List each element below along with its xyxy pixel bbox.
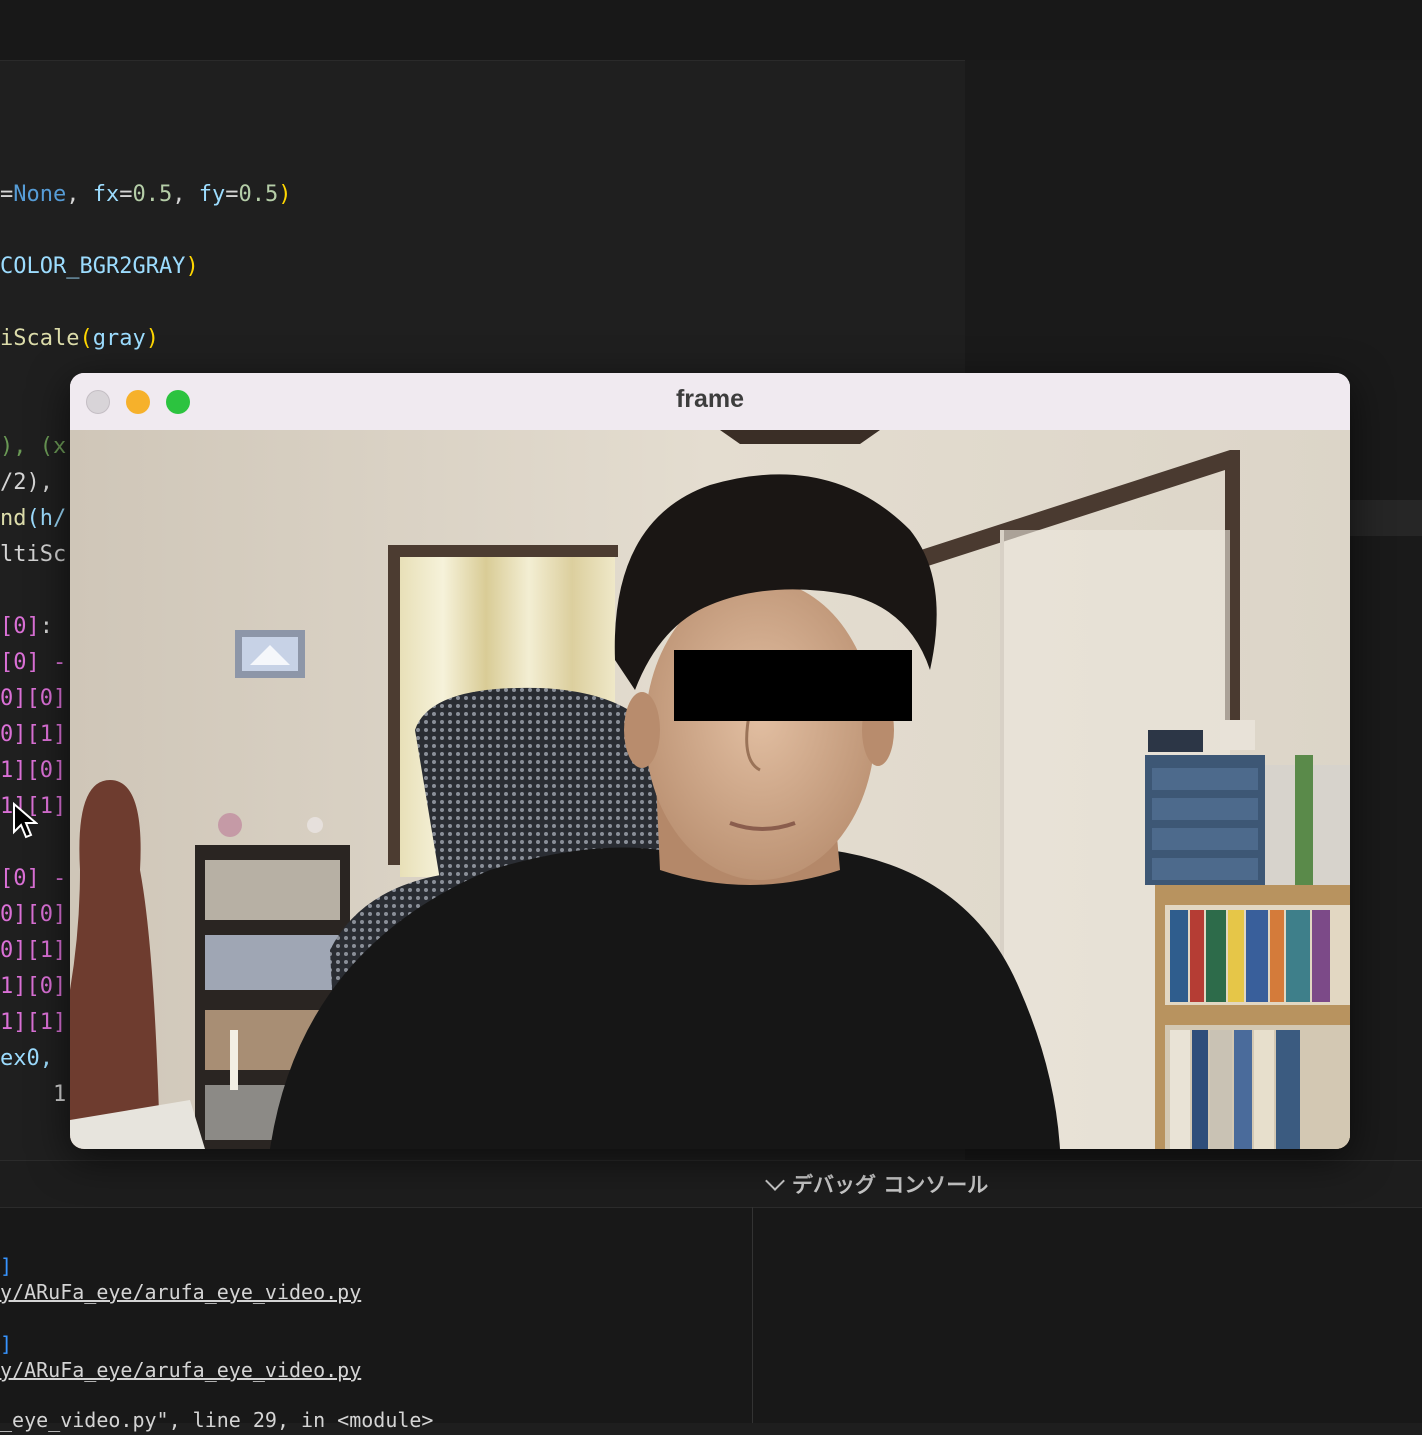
code-token: 0.5 xyxy=(238,182,279,207)
code-token: 0.5 xyxy=(132,182,173,207)
editor-top-bar xyxy=(0,0,1422,61)
frame-window[interactable]: frame xyxy=(70,373,1350,1149)
code-token: 0][0] xyxy=(0,686,67,711)
code-token: iScale xyxy=(0,326,80,351)
code-line[interactable]: [0] - xyxy=(0,645,66,681)
code-line[interactable]: 1][0] xyxy=(0,969,66,1005)
code-token: , xyxy=(66,182,93,207)
code-token: 1][0] xyxy=(0,758,67,783)
code-token: ltiSc xyxy=(0,542,67,567)
code-token: 1) xyxy=(0,1082,80,1107)
code-token: (h/ xyxy=(26,506,67,531)
code-line[interactable]: =None, fx=0.5, fy=0.5) xyxy=(0,177,291,213)
code-token: 0][1] xyxy=(0,938,67,963)
panel-header: デバッグ コンソール xyxy=(0,1161,1422,1208)
eye-censor-bar xyxy=(674,650,912,721)
code-token: COLOR_BGR2GRAY xyxy=(0,254,186,279)
code-line[interactable]: 1][1] xyxy=(0,1005,66,1041)
code-line[interactable]: 1) xyxy=(0,1077,80,1113)
code-line[interactable]: 0][0] xyxy=(0,681,66,717)
code-line[interactable]: 1][0] xyxy=(0,753,66,789)
code-token: = xyxy=(0,182,14,207)
code-token: 1][0] xyxy=(0,974,67,999)
code-line[interactable]: 0][1] xyxy=(0,717,66,753)
webcam-video-frame xyxy=(70,430,1350,1149)
code-token: None xyxy=(13,182,67,207)
code-line[interactable]: iScale(gray) xyxy=(0,321,159,357)
code-token: ) xyxy=(145,326,159,351)
terminal-file-link[interactable]: y/ARuFa_eye/arufa_eye_video.py xyxy=(0,1355,361,1385)
code-token: = xyxy=(225,182,239,207)
webcam-image xyxy=(70,430,1350,1149)
code-line[interactable]: nd(h/ xyxy=(0,501,66,537)
code-line[interactable]: 0][0] xyxy=(0,897,66,933)
code-line[interactable]: /2), xyxy=(0,465,66,501)
code-token: 0][0] xyxy=(0,902,67,927)
mouse-cursor-icon xyxy=(13,802,38,839)
code-line[interactable]: ), (x xyxy=(0,429,66,465)
code-line[interactable]: [0]: xyxy=(0,609,53,645)
bottom-panel: デバッグ コンソール ] y/ARuFa_eye/arufa_eye_video.… xyxy=(0,1160,1422,1432)
terminal-file-link[interactable]: y/ARuFa_eye/arufa_eye_video.py xyxy=(0,1277,361,1307)
code-token: : xyxy=(39,614,53,639)
code-token: fy xyxy=(198,182,226,207)
code-token: fx xyxy=(92,182,120,207)
code-line[interactable]: 0][1] xyxy=(0,933,66,969)
code-line[interactable]: COLOR_BGR2GRAY) xyxy=(0,249,199,285)
window-title: frame xyxy=(675,385,745,413)
code-token: ) xyxy=(185,254,199,279)
code-token: ) xyxy=(278,182,292,207)
code-token: 1][1] xyxy=(0,1010,67,1035)
code-token: , xyxy=(172,182,199,207)
code-line[interactable]: ltiSc xyxy=(0,537,66,573)
code-token: 0][1] xyxy=(0,722,67,747)
code-token: [0] xyxy=(0,614,40,639)
code-line[interactable]: [0] - xyxy=(0,861,66,897)
code-token: /2), xyxy=(0,470,67,495)
code-token: [0] - xyxy=(0,650,67,675)
chevron-down-icon xyxy=(765,1171,785,1191)
panel-divider[interactable] xyxy=(752,1207,753,1423)
window-titlebar[interactable]: frame xyxy=(70,373,1350,431)
debug-console-label: デバッグ コンソール xyxy=(792,1173,989,1197)
code-token: ( xyxy=(79,326,93,351)
terminal-line: _eye_video.py", line 29, in <module> xyxy=(0,1408,434,1432)
code-token: = xyxy=(119,182,133,207)
code-token: ex0, xyxy=(0,1046,67,1071)
code-line[interactable]: ex0, xyxy=(0,1041,66,1077)
minimap-viewport[interactable] xyxy=(1350,500,1422,536)
code-token: [0] - xyxy=(0,866,67,891)
code-token: ), (x xyxy=(0,434,67,459)
debug-console-tab[interactable]: デバッグ コンソール xyxy=(764,1171,988,1199)
code-token: gray xyxy=(92,326,146,351)
code-token: nd xyxy=(0,506,27,531)
